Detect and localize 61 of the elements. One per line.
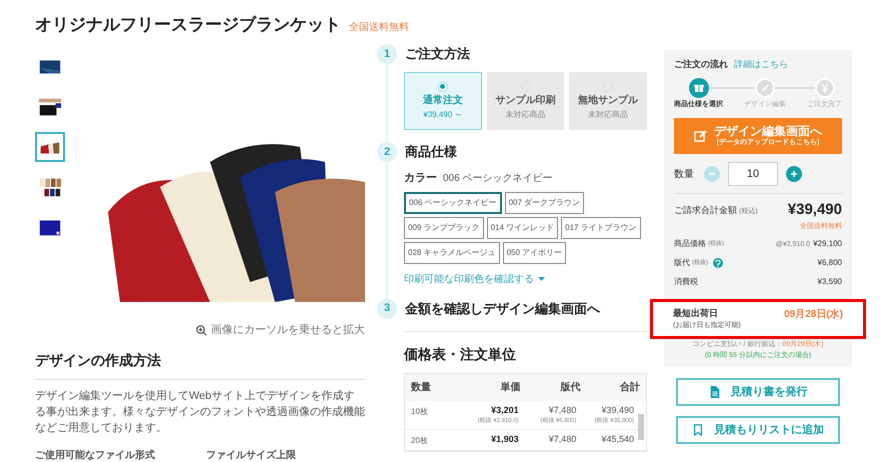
plus-icon	[790, 170, 798, 178]
color-option[interactable]: 017 ライトブラウン	[561, 216, 641, 238]
table-cell-text: ¥3,201	[491, 404, 519, 416]
minus-icon	[708, 170, 716, 178]
bookmark-icon	[692, 423, 704, 437]
total-label: ご請求合計金額	[674, 204, 737, 216]
table-cell-text: ¥39,490	[601, 404, 634, 416]
step-number: 3	[377, 298, 397, 318]
quantity-field[interactable]: 10	[728, 162, 778, 186]
price-amount: ¥3,590	[818, 276, 842, 288]
step-title: 金額を確認しデザイン編集画面へ	[405, 300, 600, 318]
table-cell-text: ¥7,480	[548, 404, 576, 416]
color-option[interactable]: 006 ベーシックネイビー	[404, 192, 502, 214]
step-title: ご注文方法	[405, 45, 470, 64]
table-cell-text: ¥1,903	[491, 433, 519, 446]
column-header: 版代	[559, 380, 580, 394]
price-table-title: 価格表・注文単位	[404, 344, 517, 364]
edit-icon	[694, 129, 708, 143]
increase-button[interactable]	[786, 166, 802, 182]
quantity-label: 数量	[674, 168, 695, 182]
free-shipping-label: 全国送料無料	[349, 20, 409, 35]
shipping-date-label: 最短出荷日	[673, 307, 719, 320]
step-number: 1	[377, 44, 397, 64]
step-title: 商品仕様	[405, 143, 457, 162]
flow-title: ご注文の流れ	[674, 58, 728, 71]
field-label: ファイルサイズ上限	[206, 448, 297, 462]
order-method-option[interactable]: 無地サンプル 未対応商品	[569, 72, 648, 130]
order-method-option[interactable]: サンプル印刷 未対応商品	[486, 72, 564, 130]
price-label: 版代	[674, 257, 690, 269]
help-icon[interactable]	[713, 258, 723, 268]
zoom-in-icon	[196, 324, 207, 336]
price-amount: ¥6,800	[818, 257, 842, 269]
description-text: デザイン編集ツールを使用してWebサイト上でデザインを作成する事が出来ます。様々なデザインのフォントや透過画像の作成機能などご用意しております。	[35, 389, 365, 436]
table-cell-text: 10枚	[411, 406, 429, 418]
total-amount: ¥39,490	[788, 200, 842, 220]
zoom-hint: 画像にカーソルを乗せると拡大	[211, 322, 365, 338]
column-header: 合計	[619, 380, 640, 394]
price-amount: ¥29,100	[813, 238, 842, 250]
table-cell-text: ¥45,540	[601, 433, 634, 446]
shipping-date: 09月28日(水)	[784, 308, 843, 322]
color-option[interactable]: 028 キャラメルベージュ	[404, 242, 500, 264]
column-header: 単価	[500, 380, 521, 394]
table-cell-text: 20枚	[411, 435, 429, 447]
field-label: ご使用可能なファイル形式	[35, 448, 156, 462]
step-number: 2	[377, 142, 397, 162]
color-label: カラー	[404, 171, 437, 186]
section-title: デザインの作成方法	[35, 350, 365, 380]
product-title: オリジナルフリースラージブランケット	[35, 14, 341, 36]
column-header: 数量	[411, 380, 432, 394]
color-option[interactable]: 014 ワインレッド	[486, 216, 558, 238]
selected-color: 006 ベーシックネイビー	[443, 172, 552, 186]
color-option[interactable]: 007 ダークブラウン	[504, 192, 584, 214]
color-option[interactable]: 009 ランプブラック	[404, 216, 484, 238]
caret-icon	[538, 277, 545, 281]
table-cell-text: ¥7,480	[548, 433, 576, 446]
color-option[interactable]: 050 アイボリー	[502, 242, 566, 264]
scrollbar	[638, 414, 644, 440]
document-icon	[708, 385, 720, 399]
price-label: 商品価格	[674, 238, 706, 250]
product-thumbnail[interactable]	[35, 132, 65, 162]
price-label: 消費税	[674, 276, 698, 288]
